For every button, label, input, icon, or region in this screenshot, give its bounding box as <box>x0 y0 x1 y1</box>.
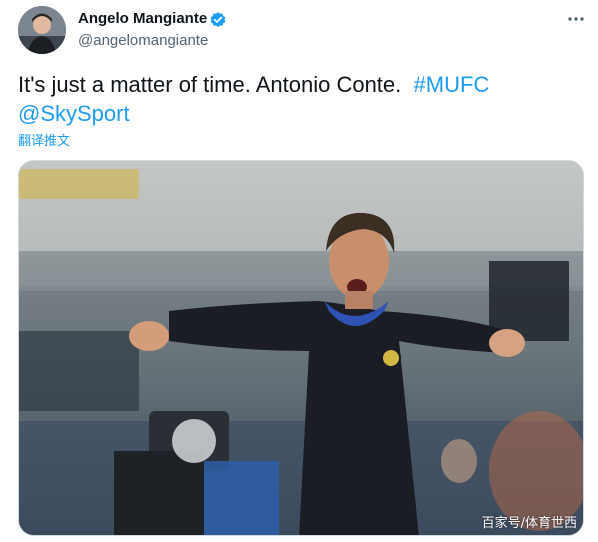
author-name[interactable]: Angelo Mangiante <box>78 10 207 27</box>
hashtag-link[interactable]: #MUFC <box>414 72 490 97</box>
translate-tweet-link[interactable]: 翻译推文 <box>18 130 70 149</box>
mention-link[interactable]: @SkySport <box>18 101 130 126</box>
watermark-text: 百家号/体育世西 <box>481 516 577 531</box>
tweet-card: Angelo Mangiante @angelomangiante It's j… <box>0 0 598 542</box>
coach-photo-image <box>19 161 583 535</box>
verified-badge-icon <box>210 12 226 28</box>
avatar-image <box>18 6 66 54</box>
more-options-icon[interactable] <box>566 10 586 28</box>
tweet-body-text: It's just a matter of time. Antonio Cont… <box>18 72 402 97</box>
tweet-media-photo[interactable]: 百家号/体育世西 <box>18 160 584 536</box>
author-avatar[interactable] <box>18 6 66 54</box>
author-handle[interactable]: @angelomangiante <box>78 32 208 49</box>
tweet-text: It's just a matter of time. Antonio Cont… <box>18 70 583 128</box>
